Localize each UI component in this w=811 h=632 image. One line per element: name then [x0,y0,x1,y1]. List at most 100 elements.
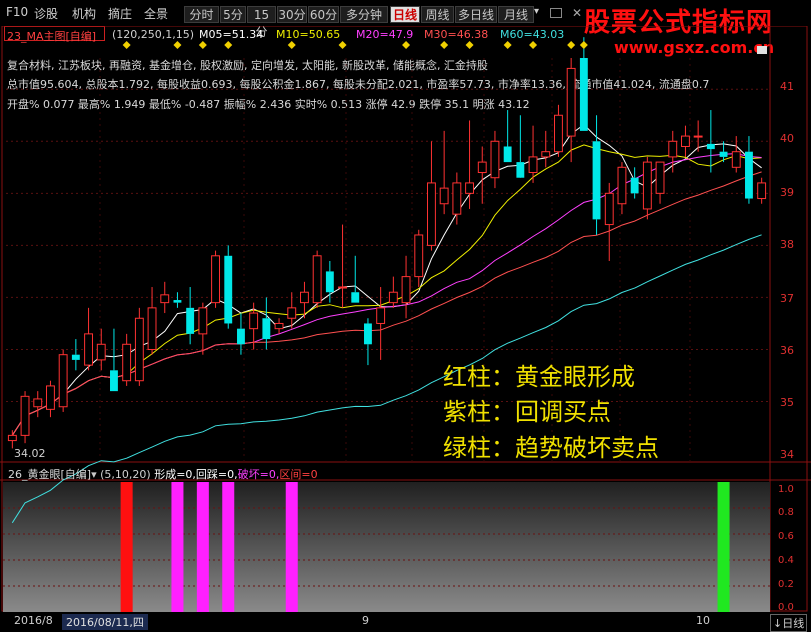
candle-up [338,224,347,308]
candle-up [681,125,690,157]
legend-purple-bar: 紫柱：回调买点 [443,398,611,426]
candle-up [312,250,322,308]
candle-down [745,136,753,204]
candle-body [71,354,80,360]
candle-up [376,287,386,360]
candle-up [731,136,741,173]
candle-body [427,182,436,246]
month-mark-9: 9 [362,614,369,627]
period-tab-1[interactable]: 5分 [220,6,246,23]
candle-up [211,250,220,308]
formed-value: 形成=0, [154,468,196,481]
candle-body [249,312,259,330]
candle-body [566,67,576,137]
candle-up [617,162,627,215]
candle-body [84,333,93,366]
f10-button[interactable]: F10 [6,5,28,19]
candle-body [541,151,551,158]
period-tab-8[interactable]: 多日线 [455,6,497,23]
close-icon[interactable]: ✕ [572,6,582,20]
price-tick-label: 39 [780,186,794,199]
sub-tick-label: 0.8 [778,507,794,518]
sub-indicator-header: 26_黄金眼[自编]▾ (5,10,20) 形成=0,回踩=0,破坏=0,区间=… [8,466,318,482]
period-tab-9[interactable]: 月线 [498,6,534,23]
candle-body [401,276,411,304]
signal-bar-purple [222,482,235,612]
diagnose-button[interactable]: 诊股 [34,5,58,22]
candle-down [71,339,80,371]
period-tab-0[interactable]: 分时 [184,6,219,23]
candle-body [452,182,462,215]
candle-up [465,120,474,209]
sub-indicator-params: (5,10,20) [100,468,151,481]
signal-bar-purple [196,482,209,612]
candle-body [110,370,118,392]
signal-diamond-marker [529,41,538,49]
legend-green-bar: 绿柱：趋势破坏卖点 [443,434,659,462]
candle-body [655,161,665,194]
window-icon[interactable] [550,8,562,18]
period-switch-button[interactable]: ↓日线 [770,614,808,632]
candle-body [33,398,43,408]
sub-indicator-name[interactable]: 26_黄金眼[自编] [8,468,91,481]
signal-diamond-marker [440,41,449,49]
current-date: 2016/08/11,四 [62,614,148,630]
candle-down [173,292,182,308]
month-mark-10: 10 [696,614,710,627]
period-tab-3[interactable]: 30分 [277,6,307,23]
candle-up [147,287,157,355]
candle-body [592,141,601,220]
excerpt-button[interactable]: 摘庄 [108,5,132,22]
candle-body [46,385,55,410]
institution-button[interactable]: 机构 [72,5,96,22]
candle-body [122,343,132,382]
signal-diamond-marker [198,41,207,49]
candle-down [186,287,195,345]
candle-up [668,130,678,173]
candle-body [528,156,538,174]
price-tick-label: 36 [780,344,794,357]
candle-down [503,110,512,163]
candle-up [452,172,462,225]
period-tab-5[interactable]: 多分钟 [340,6,388,23]
candle-body [642,161,652,210]
candle-body [312,255,322,304]
period-tab-2[interactable]: 15分 [247,6,276,39]
chevron-down-icon[interactable]: ▾ [534,6,539,17]
candle-up [566,58,576,163]
price-tick-label: 34 [780,448,794,461]
price-tick-label: 37 [780,292,794,305]
period-tab-6[interactable]: 日线 [390,6,420,23]
period-tab-7[interactable]: 周线 [421,6,454,23]
chevron-down-icon[interactable]: ▾ [91,468,97,481]
candle-body [388,291,398,304]
candle-body [134,317,144,382]
candle-body [465,182,474,194]
candle-down [237,313,245,355]
lock-icon [757,46,767,54]
candle-body [745,151,753,199]
candle-body [211,255,220,304]
fullscreen-button[interactable]: 全景 [144,5,168,22]
candle-body [554,114,563,153]
candle-body [364,323,372,345]
candle-down [224,245,233,329]
price-tick-label: 41 [780,80,794,93]
candle-up [604,182,614,261]
candle-up [134,307,144,386]
candle-up [439,130,449,215]
candle-body [757,182,767,200]
sub-tick-label: 1.0 [778,484,794,495]
candle-down [579,37,588,131]
signal-diamond-marker [579,41,588,49]
candle-up [46,380,55,418]
candle-up [401,255,411,319]
candle-body [439,187,449,205]
candle-up [388,276,398,308]
pullback-value: 回踩=0, [195,468,238,481]
low-price-marker: 34.02 [14,447,46,460]
period-tab-4[interactable]: 60分 [308,6,339,23]
legend-red-bar: 红柱：黄金眼形成 [443,363,635,391]
candle-up [655,161,665,204]
candle-up [477,146,487,204]
